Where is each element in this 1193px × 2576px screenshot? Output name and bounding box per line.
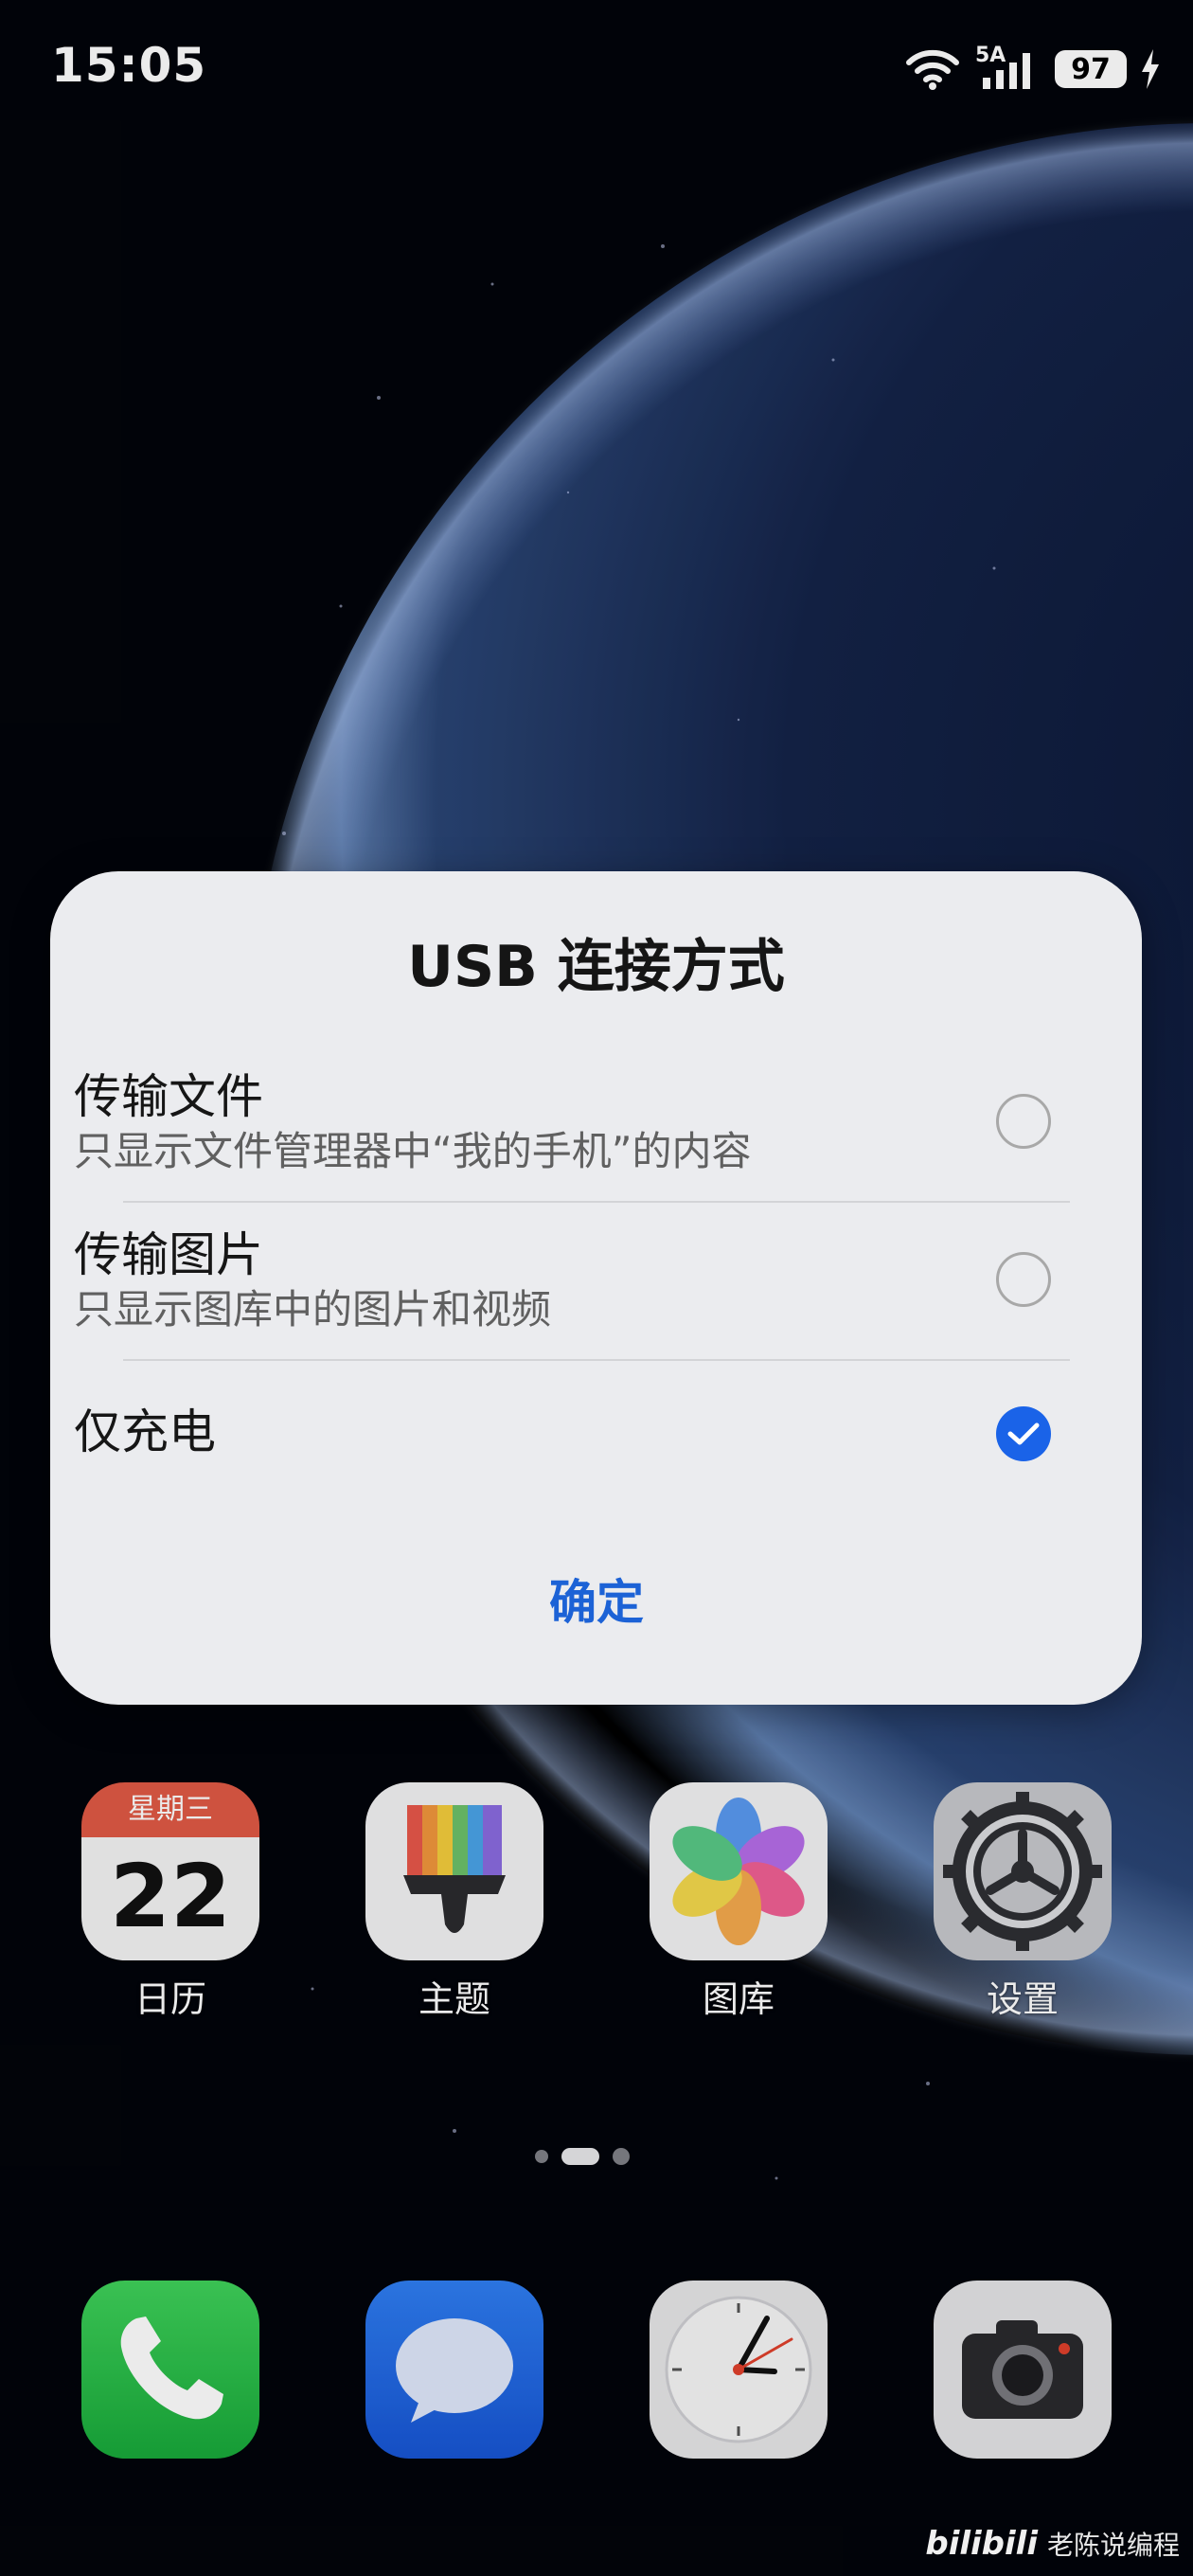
confirm-button[interactable]: 确定 bbox=[0, 1565, 1193, 1633]
dialog-title: USB 连接方式 bbox=[407, 934, 785, 1000]
option-title: 仅充电 bbox=[74, 1404, 216, 1459]
option-title: 传输图片 bbox=[74, 1227, 263, 1282]
option-transfer-files[interactable]: 传输文件 只显示文件管理器中“我的手机”的内容 bbox=[74, 1068, 1068, 1176]
option-subtitle: 只显示图库中的图片和视频 bbox=[74, 1286, 552, 1333]
radio-transfer-photos[interactable] bbox=[996, 1252, 1051, 1307]
option-charge-only[interactable]: 仅充电 bbox=[74, 1404, 1068, 1460]
watermark-text: 老陈说编程 bbox=[1046, 2530, 1180, 2561]
divider bbox=[123, 1201, 1070, 1203]
watermark: bilibili 老陈说编程 bbox=[925, 2525, 1180, 2563]
bilibili-logo: bilibili bbox=[925, 2525, 1038, 2563]
checkmark-icon bbox=[1007, 1422, 1040, 1445]
option-transfer-photos[interactable]: 传输图片 只显示图库中的图片和视频 bbox=[74, 1226, 1068, 1334]
radio-charge-only-checked[interactable] bbox=[996, 1406, 1051, 1461]
radio-transfer-files[interactable] bbox=[996, 1094, 1051, 1149]
divider bbox=[123, 1359, 1070, 1361]
option-title: 传输文件 bbox=[74, 1069, 263, 1124]
option-subtitle: 只显示文件管理器中“我的手机”的内容 bbox=[74, 1128, 752, 1174]
